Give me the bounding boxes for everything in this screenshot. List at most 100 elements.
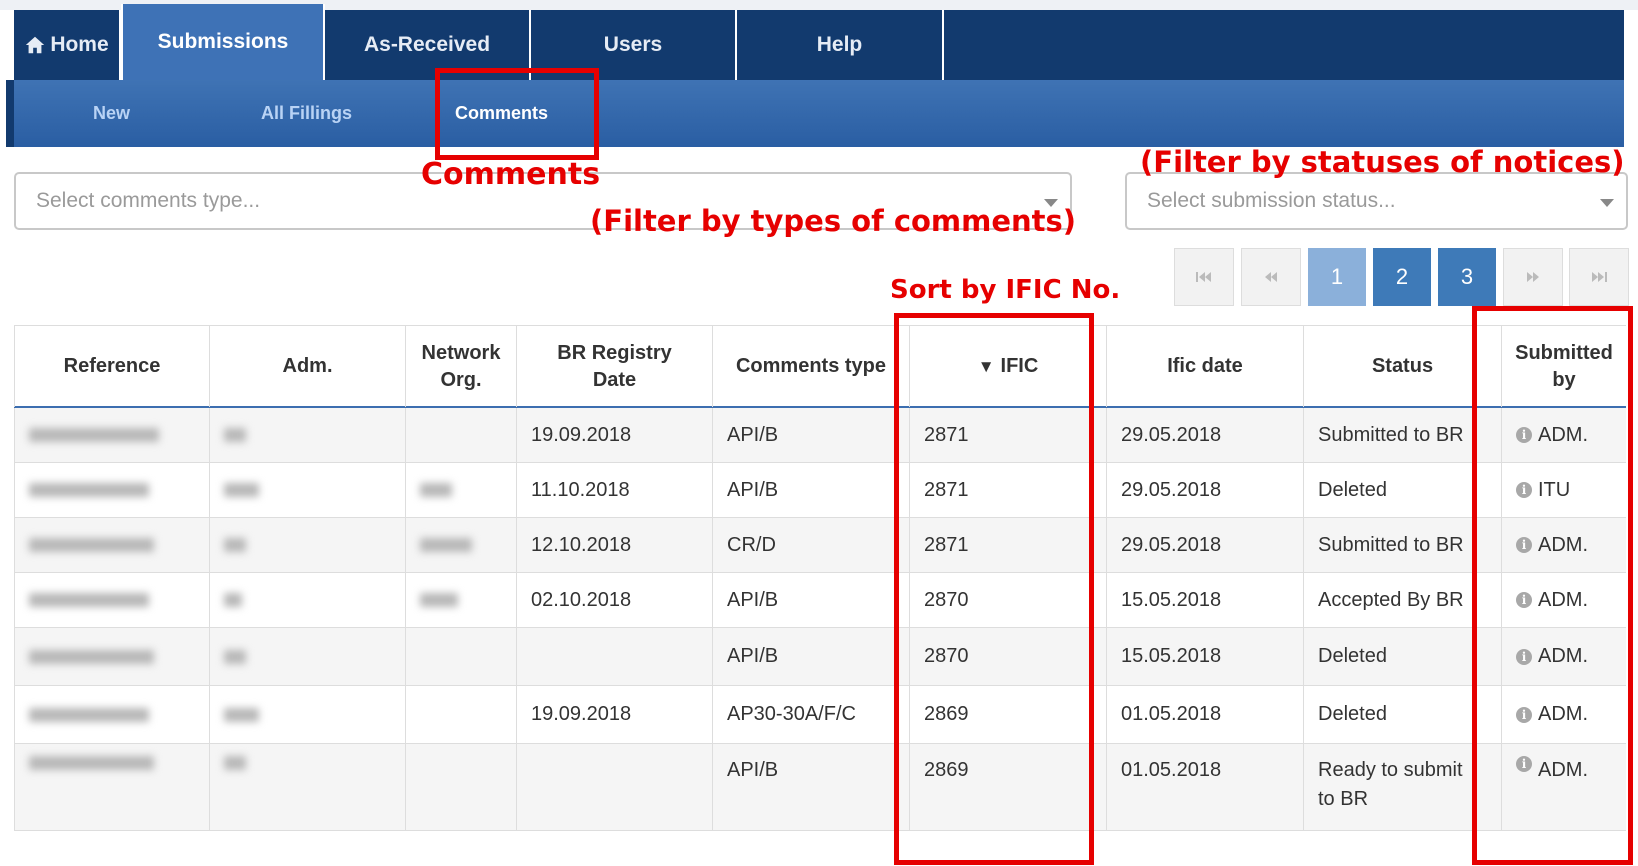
tab-help[interactable]: Help [737, 10, 944, 80]
page-3-label: 3 [1460, 264, 1474, 289]
cell-network-org [406, 573, 517, 627]
cell-br-date: 11.10.2018 [517, 463, 713, 517]
cell-comments-type: API/B [713, 463, 910, 517]
redacted-network-org [420, 538, 472, 552]
next-page-button[interactable] [1503, 248, 1563, 306]
br-date-value: 11.10.2018 [531, 478, 630, 501]
cell-comments-type: API/B [713, 628, 910, 685]
redacted-adm [224, 707, 259, 722]
col-network-org[interactable]: Network Org. [406, 326, 517, 407]
redacted-reference [29, 649, 154, 664]
tab-home[interactable]: Home [14, 10, 121, 80]
annotation-filter-statuses: (Filter by statuses of notices) [1140, 145, 1625, 179]
subnav-all-fillings[interactable]: All Fillings [209, 80, 404, 147]
page-1-button[interactable]: 1 [1308, 248, 1366, 306]
annotation-comments-box [435, 68, 599, 160]
cell-network-org [406, 628, 517, 685]
cell-reference [14, 408, 210, 462]
status-value: Deleted [1318, 703, 1387, 725]
annotation-ific-column-box [894, 313, 1094, 865]
tab-home-label: Home [50, 33, 109, 56]
table-row[interactable]: 19.09.2018 API/B 2871 29.05.2018 Submitted t… [14, 408, 1626, 463]
cell-ific-date: 29.05.2018 [1107, 518, 1304, 572]
cell-br-date: 19.09.2018 [517, 408, 713, 462]
col-network-org-label-2: Org. [440, 368, 482, 391]
subnav-new[interactable]: New [14, 80, 209, 147]
col-adm[interactable]: Adm. [210, 326, 406, 407]
comments-type-value: API/B [727, 423, 779, 446]
page-3-button[interactable]: 3 [1438, 248, 1496, 306]
page-2-button[interactable]: 2 [1373, 248, 1431, 306]
col-ific-date-label: Ific date [1167, 355, 1243, 377]
comments-type-value: API/B [727, 588, 779, 611]
cell-reference [14, 744, 210, 830]
cell-comments-type: AP30-30A/F/C [713, 686, 910, 743]
redacted-adm [224, 428, 246, 442]
col-reference[interactable]: Reference [14, 326, 210, 407]
table-row[interactable]: 19.09.2018 AP30-30A/F/C 2869 01.05.2018 Dele… [14, 686, 1626, 744]
br-date-value: 19.09.2018 [531, 423, 632, 446]
first-page-button[interactable] [1174, 248, 1234, 306]
status-value: Deleted [1318, 645, 1387, 667]
cell-network-org [406, 686, 517, 743]
tab-help-label: Help [816, 33, 863, 56]
annotation-submitted-by-box [1472, 306, 1633, 865]
chevron-down-icon [1600, 199, 1614, 207]
col-comments-type-label: Comments type [735, 355, 887, 377]
redacted-reference [29, 483, 149, 497]
prev-page-button[interactable] [1241, 248, 1301, 306]
ific-date-value: 15.05.2018 [1121, 645, 1222, 667]
col-adm-label: Adm. [282, 355, 333, 377]
redacted-network-org [420, 593, 458, 607]
col-ific-date[interactable]: Ific date [1107, 326, 1304, 407]
cell-network-org [406, 463, 517, 517]
cell-ific-date: 29.05.2018 [1107, 408, 1304, 462]
col-comments-type[interactable]: Comments type [713, 326, 910, 407]
tab-submissions-label: Submissions [157, 30, 289, 53]
cell-reference [14, 463, 210, 517]
col-br-date-label-1: BR Registry [557, 341, 672, 364]
col-br-registry-date[interactable]: BR Registry Date [517, 326, 713, 407]
comments-type-value: CR/D [727, 533, 776, 556]
col-reference-label: Reference [63, 355, 161, 377]
br-date-value: 02.10.2018 [531, 588, 632, 611]
page-1-label: 1 [1330, 264, 1344, 289]
cell-adm [210, 463, 406, 517]
submission-status-select[interactable]: Select submission status... [1125, 172, 1628, 230]
table-row[interactable]: API/B 2869 01.05.2018 Ready to submit to BR i… [14, 744, 1626, 831]
redacted-reference [29, 428, 159, 442]
redacted-reference [29, 707, 149, 722]
cell-reference [14, 573, 210, 627]
table-row[interactable]: 12.10.2018 CR/D 2871 29.05.2018 Submitted to… [14, 518, 1626, 573]
table-row[interactable]: 02.10.2018 API/B 2870 15.05.2018 Accepted By… [14, 573, 1626, 628]
cell-reference [14, 686, 210, 743]
table-row[interactable]: 11.10.2018 API/B 2871 29.05.2018 Deleted i ITU [14, 463, 1626, 518]
table-row[interactable]: API/B 2870 15.05.2018 Deleted i ADM. [14, 628, 1626, 686]
annotation-filter-types: (Filter by types of comments) [590, 204, 1077, 238]
redacted-adm [224, 538, 246, 552]
cell-adm [210, 686, 406, 743]
cell-br-date [517, 628, 713, 685]
cell-br-date: 02.10.2018 [517, 573, 713, 627]
cell-network-org [406, 744, 517, 830]
ific-date-value: 29.05.2018 [1121, 423, 1222, 446]
tab-submissions[interactable]: Submissions [121, 4, 325, 80]
cell-br-date: 12.10.2018 [517, 518, 713, 572]
br-date-value: 12.10.2018 [531, 533, 632, 556]
main-nav: Home Submissions As-Received Users Help [14, 4, 1624, 80]
ific-date-value: 29.05.2018 [1121, 478, 1222, 501]
cell-adm [210, 744, 406, 830]
cell-ific-date: 15.05.2018 [1107, 573, 1304, 627]
cell-ific-date: 01.05.2018 [1107, 744, 1304, 830]
status-value: Submitted to BR [1318, 423, 1464, 446]
last-page-button[interactable] [1569, 248, 1629, 306]
ific-date-value: 29.05.2018 [1121, 533, 1222, 556]
cell-comments-type: API/B [713, 573, 910, 627]
comments-type-placeholder: Select comments type... [36, 189, 261, 212]
tab-users-label: Users [603, 33, 663, 56]
status-value: Accepted By BR [1318, 588, 1464, 611]
redacted-reference [29, 538, 154, 552]
col-br-date-label-2: Date [592, 368, 637, 391]
redacted-adm [224, 593, 242, 607]
redacted-network-org [420, 483, 452, 497]
